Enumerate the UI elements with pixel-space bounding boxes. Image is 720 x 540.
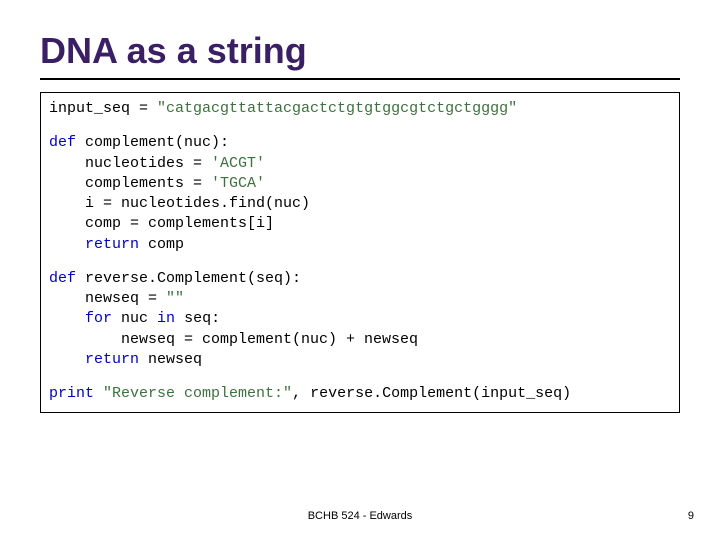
code-keyword: print	[49, 385, 94, 402]
code-text: nucleotides =	[49, 155, 211, 172]
code-text: comp	[139, 236, 184, 253]
code-text	[94, 385, 103, 402]
code-keyword: def	[49, 134, 76, 151]
blank-line	[49, 370, 671, 384]
code-text	[49, 236, 85, 253]
code-text: newseq	[139, 351, 202, 368]
code-text: newseq =	[49, 290, 166, 307]
code-text: reverse.Complement(seq):	[76, 270, 301, 287]
code-text: complements =	[49, 175, 211, 192]
code-text: nuc	[112, 310, 157, 327]
code-string: 'TGCA'	[211, 175, 265, 192]
code-text: newseq = complement(nuc) + newseq	[49, 331, 418, 348]
code-text: comp = complements[i]	[49, 215, 274, 232]
code-keyword: for	[85, 310, 112, 327]
code-keyword: return	[85, 351, 139, 368]
slide-title: DNA as a string	[40, 30, 680, 80]
code-text: i = nucleotides.find(nuc)	[49, 195, 310, 212]
code-text: input_seq =	[49, 100, 157, 117]
blank-line	[49, 255, 671, 269]
code-string: "catgacgttattacgactctgtgtggcgtctgctgggg"	[157, 100, 517, 117]
code-text: complement(nuc):	[76, 134, 229, 151]
code-keyword: return	[85, 236, 139, 253]
code-text: seq:	[175, 310, 220, 327]
code-box: input_seq = "catgacgttattacgactctgtgtggc…	[40, 92, 680, 413]
code-string: "Reverse complement:"	[103, 385, 292, 402]
code-keyword: def	[49, 270, 76, 287]
code-string: ""	[166, 290, 184, 307]
blank-line	[49, 119, 671, 133]
code-keyword: in	[157, 310, 175, 327]
code-text: , reverse.Complement(input_seq)	[292, 385, 571, 402]
code-string: 'ACGT'	[211, 155, 265, 172]
footer-text: BCHB 524 - Edwards	[0, 510, 720, 522]
code-text	[49, 351, 85, 368]
code-text	[49, 310, 85, 327]
page-number: 9	[688, 510, 694, 522]
slide: DNA as a string input_seq = "catgacgttat…	[0, 0, 720, 540]
